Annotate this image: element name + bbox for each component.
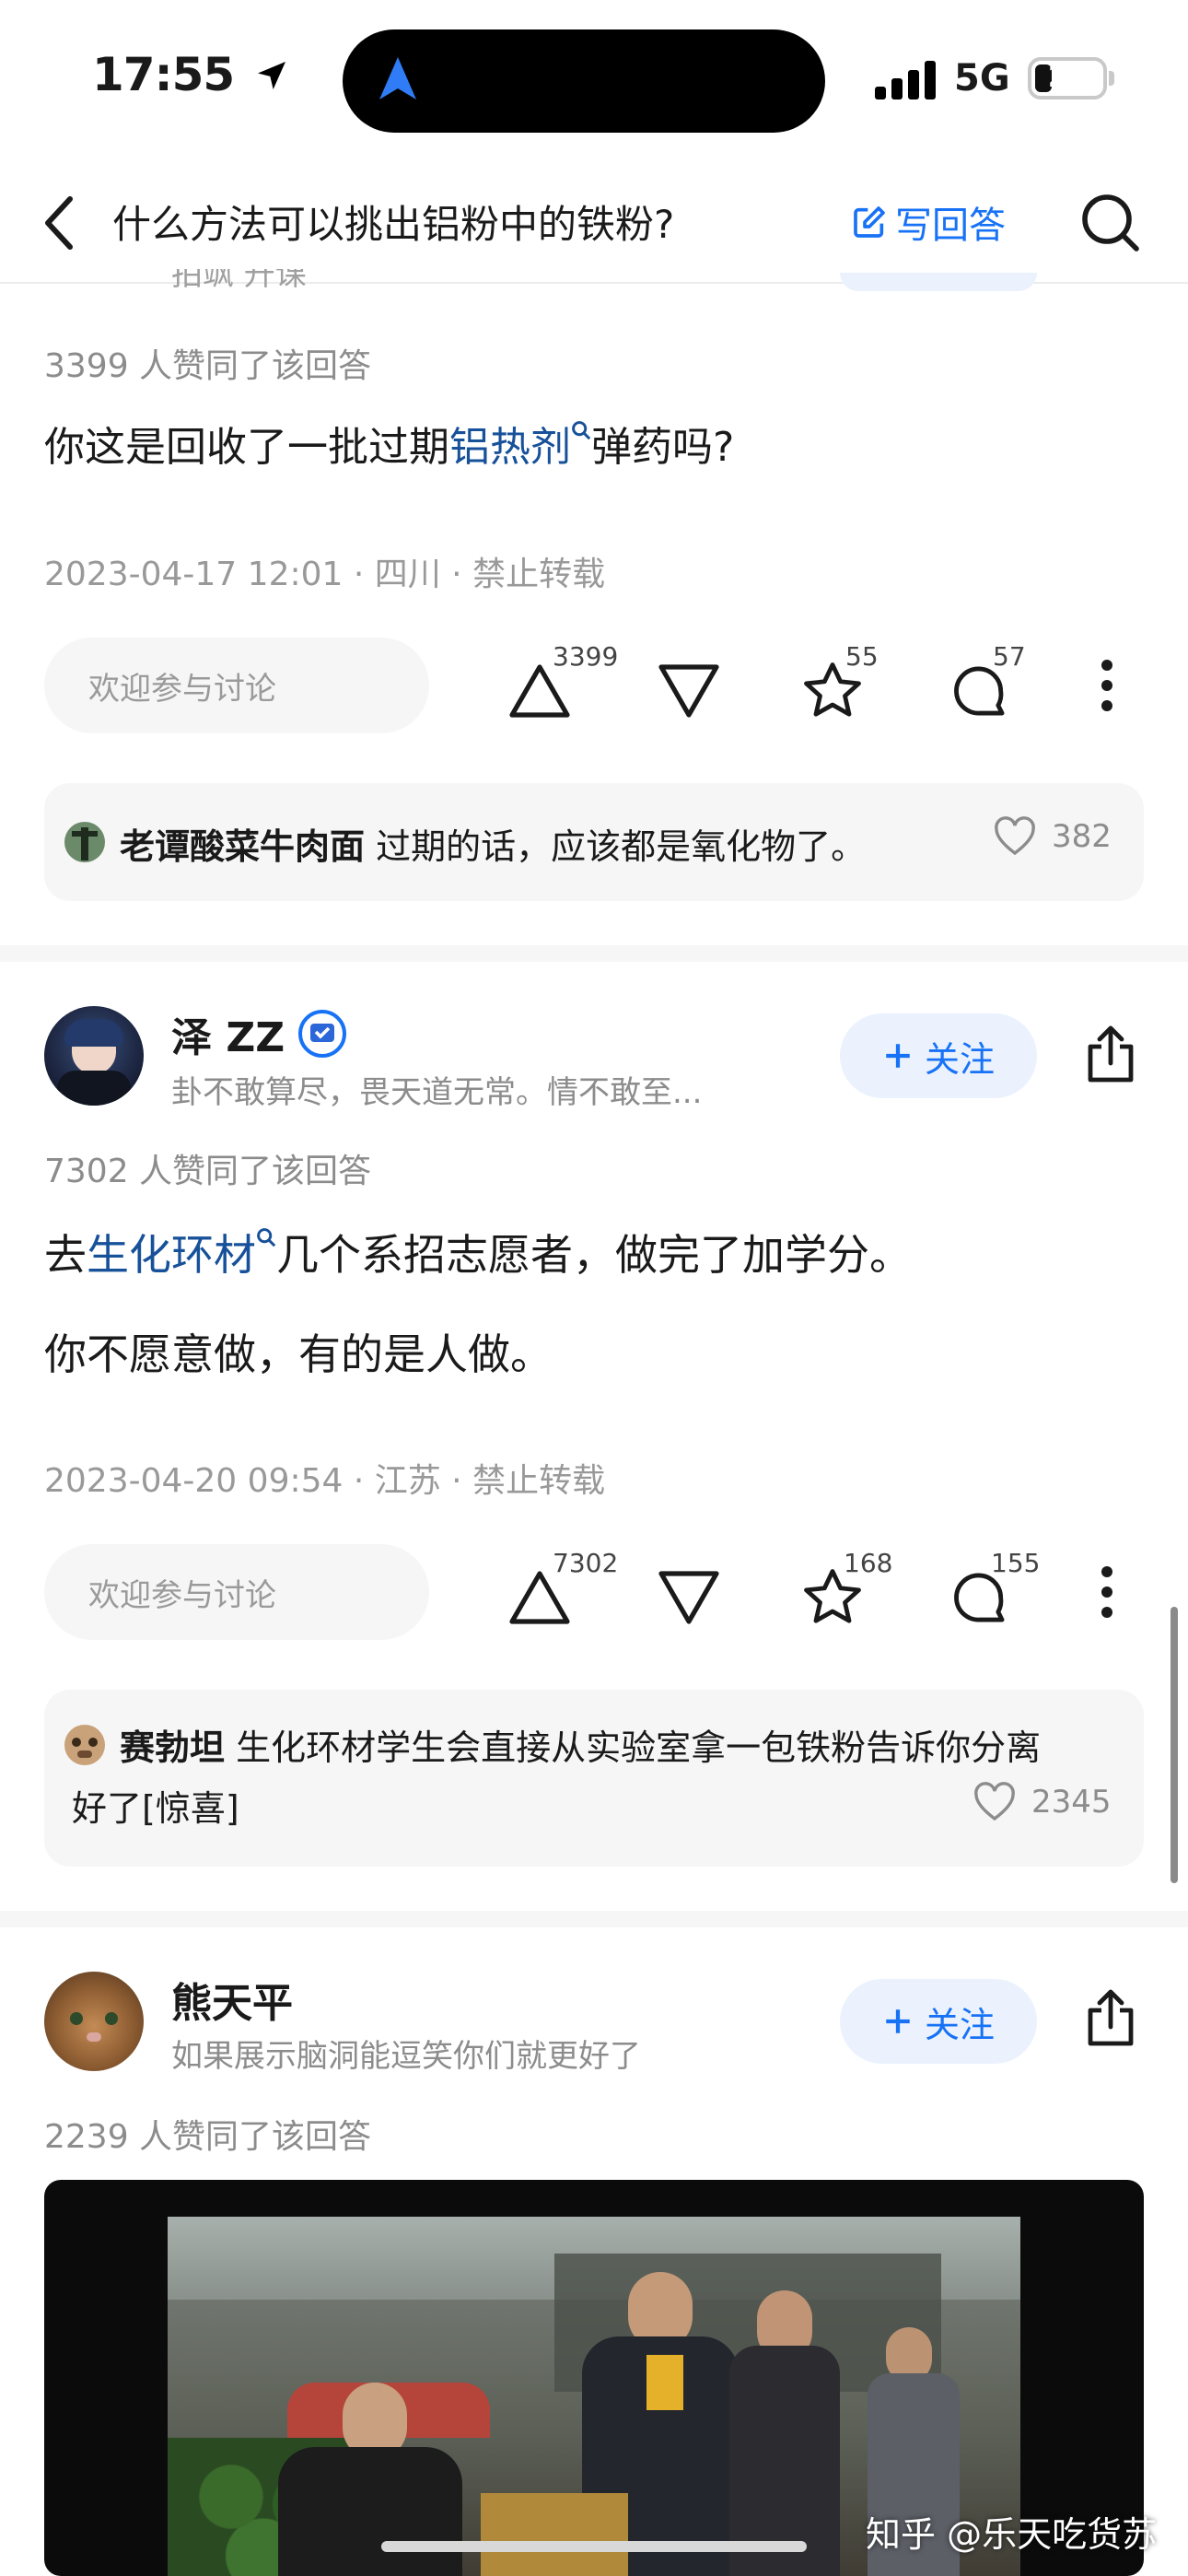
location-arrow-icon	[257, 62, 285, 89]
upvote-count: 7302	[553, 1548, 619, 1578]
author-bio: 卦不敢算尽，畏天道无常。情不敢至...	[171, 1074, 703, 1111]
home-indicator[interactable]	[381, 2541, 807, 2552]
discussion-input[interactable]: 欢迎参与讨论	[44, 1544, 429, 1640]
answer-separator	[0, 1911, 1188, 1927]
question-title[interactable]: 什么方法可以挑出铝粉中的铁粉?	[112, 193, 674, 250]
comment-content: 老谭酸菜牛肉面 过期的话，应该都是氧化物了。	[120, 818, 866, 869]
agree-count: 7302 人赞同了该回答	[44, 1153, 372, 1190]
follow-button[interactable]: 关注	[840, 1013, 1037, 1098]
commenter-name: 老谭酸菜牛肉面	[120, 826, 366, 867]
comment-button[interactable]: 57	[949, 641, 1050, 728]
discussion-input[interactable]: 欢迎参与讨论	[44, 638, 429, 733]
comment-button[interactable]: 155	[949, 1548, 1059, 1634]
network-type: 5G	[954, 57, 1010, 100]
battery-tip	[1109, 71, 1114, 86]
comment-like[interactable]: 382	[993, 816, 1112, 857]
watermark: 知乎 @乐天吃货苏	[866, 2514, 1158, 2555]
keyword-link[interactable]: 铝热剂	[449, 424, 571, 471]
agree-count: 3399 人赞同了该回答	[44, 347, 372, 385]
heart-icon	[995, 816, 1035, 856]
previous-author-bio: 拍飒 升课	[171, 269, 307, 289]
write-answer-button[interactable]: 写回答	[851, 195, 1006, 249]
comment-count: 57	[993, 641, 1026, 672]
upvote-button[interactable]: 7302	[507, 1548, 626, 1634]
follow-label: 关注	[924, 1038, 995, 1080]
comment-like-count: 2345	[1031, 1784, 1112, 1821]
comment-like[interactable]: 2345	[973, 1782, 1112, 1822]
avatar[interactable]	[44, 1006, 144, 1106]
answer-text: 去	[44, 1230, 87, 1280]
status-bar: 17:55 5G 26	[0, 0, 1188, 157]
answer-body: 你这是回收了一批过期铝热剂 弹药吗?	[44, 420, 734, 475]
navigation-app-icon	[379, 57, 416, 100]
avatar[interactable]	[44, 1972, 144, 2071]
answer-body: 去生化环材 几个系招志愿者，做完了加学分。	[44, 1227, 912, 1282]
author-name-text: 泽 ZZ	[171, 1014, 285, 1061]
more-options-icon[interactable]	[1098, 658, 1116, 713]
answer-text: 弹药吗?	[591, 424, 735, 471]
more-options-icon[interactable]	[1098, 1564, 1116, 1620]
comment-count: 155	[991, 1548, 1041, 1578]
battery-percent: 26	[1047, 59, 1089, 94]
answer-meta: 2023-04-20 09:54 · 江苏 · 禁止转载	[44, 1462, 606, 1500]
answer-text: 几个系招志愿者，做完了加学分。	[276, 1230, 912, 1280]
heart-icon	[974, 1782, 1015, 1821]
write-answer-label: 写回答	[895, 205, 1006, 247]
comment-text-line2: 好了[惊喜]	[72, 1788, 239, 1829]
answer-meta: 2023-04-17 12:01 · 四川 · 禁止转载	[44, 556, 606, 593]
answer-paragraph: 你不愿意做，有的是人做。	[44, 1329, 553, 1379]
comment-like-count: 382	[1052, 818, 1112, 855]
favorite-count: 55	[845, 641, 879, 672]
favorite-button[interactable]: 168	[799, 1548, 910, 1634]
featured-comment[interactable]: 老谭酸菜牛肉面 过期的话，应该都是氧化物了。 382	[44, 783, 1144, 901]
featured-comment[interactable]: 赛勃坦 生化环材学生会直接从实验室拿一包铁粉告诉你分离 好了[惊喜] 2345	[44, 1690, 1144, 1867]
upvote-count: 3399	[553, 641, 619, 672]
downvote-icon[interactable]	[656, 662, 722, 720]
commenter-name: 赛勃坦	[120, 1727, 226, 1768]
search-hint-icon	[257, 1228, 276, 1247]
verified-badge-icon	[298, 1010, 347, 1058]
search-hint-icon	[572, 421, 591, 440]
cellular-signal-icon	[875, 61, 936, 100]
previous-follow-button[interactable]	[840, 273, 1037, 291]
comment-content: 赛勃坦 生化环材学生会直接从实验室拿一包铁粉告诉你分离	[120, 1719, 1041, 1770]
author-bio: 如果展示脑洞能逗笑你们就更好了	[171, 2038, 641, 2075]
search-icon[interactable]	[1079, 192, 1142, 254]
status-time: 17:55	[92, 48, 290, 101]
answer-separator	[0, 945, 1188, 962]
follow-label: 关注	[924, 2004, 995, 2045]
commenter-avatar	[64, 1725, 105, 1765]
keyword-link[interactable]: 生化环材	[87, 1230, 256, 1280]
plus-icon	[886, 2009, 910, 2033]
favorite-count: 168	[844, 1548, 893, 1578]
follow-button[interactable]: 关注	[840, 1979, 1037, 2064]
scrollbar[interactable]	[1171, 1607, 1178, 1883]
comment-text: 生化环材学生会直接从实验室拿一包铁粉告诉你分离	[236, 1727, 1042, 1768]
share-icon[interactable]	[1081, 1986, 1140, 2049]
author-name[interactable]: 泽 ZZ	[171, 1004, 347, 1063]
downvote-icon[interactable]	[656, 1568, 722, 1627]
upvote-button[interactable]: 3399	[507, 641, 626, 728]
share-icon[interactable]	[1081, 1023, 1140, 1085]
plus-icon	[886, 1044, 910, 1068]
edit-icon	[854, 206, 885, 238]
comment-text: 过期的话，应该都是氧化物了。	[376, 826, 867, 867]
answer-text: 你这是回收了一批过期	[44, 424, 449, 471]
agree-count: 2239 人赞同了该回答	[44, 2118, 372, 2156]
back-icon[interactable]	[41, 193, 77, 252]
commenter-avatar	[64, 822, 105, 862]
favorite-button[interactable]: 55	[799, 641, 901, 728]
dynamic-island	[343, 29, 825, 133]
author-name[interactable]: 熊天平	[171, 1970, 293, 2029]
